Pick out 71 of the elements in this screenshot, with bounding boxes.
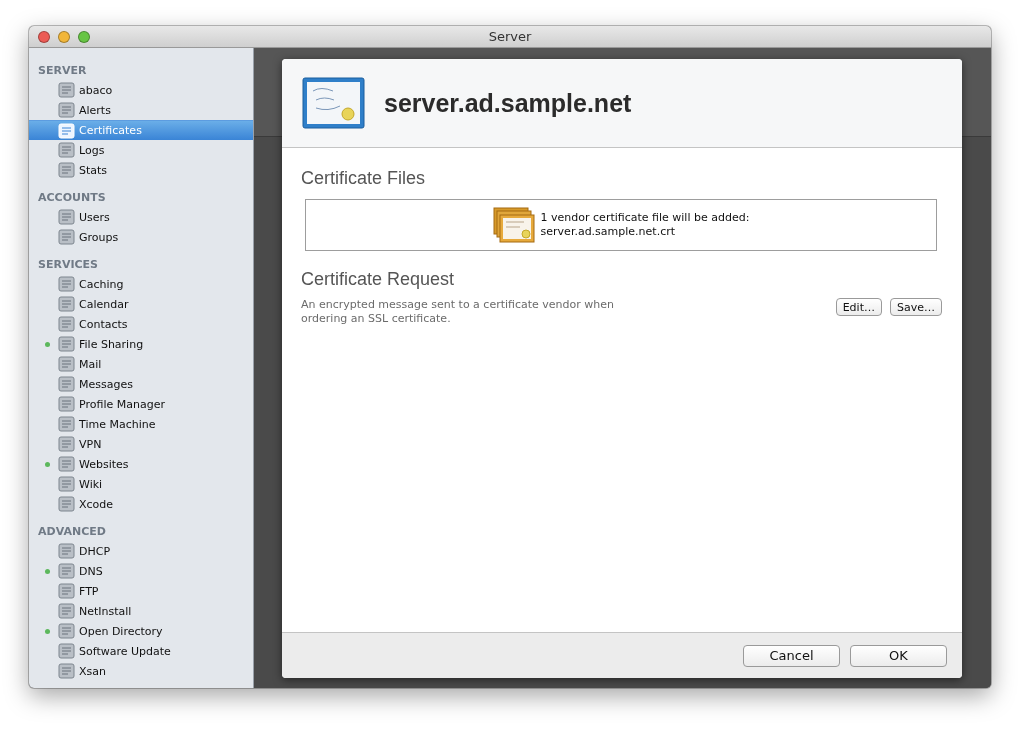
app-icon — [58, 276, 75, 292]
app-icon — [58, 603, 75, 619]
app-icon — [58, 229, 75, 245]
sidebar-item[interactable]: File Sharing — [29, 334, 253, 354]
app-icon — [58, 496, 75, 512]
sidebar-item[interactable]: Users — [29, 207, 253, 227]
action-button[interactable]: Edit… — [835, 298, 882, 316]
sidebar-item[interactable]: VPN — [29, 434, 253, 454]
sidebar-item[interactable]: NetInstall — [29, 601, 253, 621]
app-icon — [58, 583, 75, 599]
window-title: Server — [488, 29, 532, 44]
action-button[interactable]: Save… — [890, 298, 942, 316]
dialog-button[interactable]: Cancel — [743, 644, 840, 667]
app-icon — [58, 316, 75, 332]
app-icon — [58, 623, 75, 639]
sidebar-item[interactable]: Calendar — [29, 294, 253, 314]
sidebar-item[interactable]: Contacts — [29, 314, 253, 334]
app-icon — [58, 102, 75, 118]
certificate-icon — [302, 77, 365, 129]
app-icon — [58, 456, 75, 472]
app-icon — [58, 336, 75, 352]
section-heading: SERVER — [37, 63, 87, 79]
app-icon — [58, 543, 75, 559]
minimize-button[interactable] — [58, 30, 70, 43]
app-icon — [58, 376, 75, 392]
sidebar-item[interactable]: DNS — [29, 561, 253, 581]
app-icon — [58, 643, 75, 659]
sidebar-item[interactable]: Time Machine — [29, 414, 253, 434]
sidebar-item[interactable]: Caching — [29, 274, 253, 294]
sidebar-item[interactable]: Mail — [29, 354, 253, 374]
sidebar-item[interactable]: Websites — [29, 454, 253, 474]
app-icon — [58, 436, 75, 452]
sidebar-item[interactable]: Software Update — [29, 641, 253, 661]
close-button[interactable] — [38, 30, 50, 43]
section-heading: ADVANCED — [37, 524, 106, 540]
app-icon — [58, 356, 75, 372]
sidebar-item[interactable]: Messages — [29, 374, 253, 394]
app-icon — [58, 396, 75, 412]
section-heading: ACCOUNTS — [37, 190, 106, 206]
app-icon — [58, 142, 75, 158]
sidebar-item[interactable]: Xcode — [29, 494, 253, 514]
app-icon — [58, 122, 75, 139]
zoom-button[interactable] — [78, 30, 90, 43]
sidebar-item[interactable]: DHCP — [29, 541, 253, 561]
app-icon — [58, 162, 75, 178]
section-heading: Certificate Files — [301, 168, 426, 189]
dialog-button[interactable]: OK — [850, 644, 947, 667]
file-text: server.ad.sample.net.crt — [540, 225, 677, 239]
app-icon — [58, 296, 75, 312]
sidebar-item[interactable]: abaco — [29, 80, 253, 100]
sidebar-item[interactable]: Stats — [29, 160, 253, 180]
sidebar-item[interactable]: FTP — [29, 581, 253, 601]
sidebar-item[interactable]: Alerts — [29, 100, 253, 120]
certificates-icon — [492, 207, 535, 243]
app-icon — [58, 663, 75, 679]
section-heading: SERVICES — [37, 257, 99, 273]
sidebar-item[interactable]: Groups — [29, 227, 253, 247]
sheet-title: server.ad.sample.net — [384, 88, 632, 118]
app-icon — [58, 209, 75, 225]
sidebar-item[interactable]: Logs — [29, 140, 253, 160]
section-heading: Certificate Request — [301, 269, 455, 290]
description-text: An encrypted message sent to a certificate vendor when ordering an SSL certificate. — [301, 298, 616, 326]
sidebar-item[interactable]: Profile Manager — [29, 394, 253, 414]
app-icon — [58, 476, 75, 492]
app-icon — [58, 563, 75, 579]
sidebar-item[interactable]: Wiki — [29, 474, 253, 494]
file-text: 1 vendor certificate file will be added: — [540, 211, 750, 225]
app-icon — [58, 82, 75, 98]
sidebar-item[interactable]: Open Directory — [29, 621, 253, 641]
sidebar-item[interactable]: Xsan — [29, 661, 253, 681]
app-icon — [58, 416, 75, 432]
